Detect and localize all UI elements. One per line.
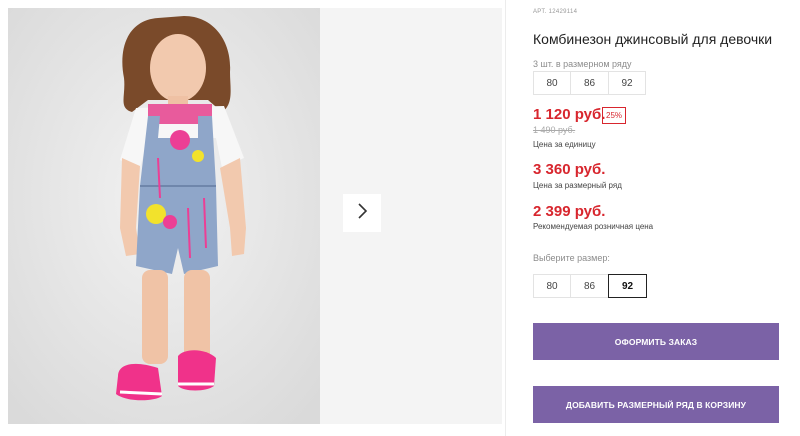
size-option-80[interactable]: 80	[533, 274, 571, 298]
panel-divider	[505, 0, 506, 436]
size-picker-hint: Выберите размер:	[533, 253, 610, 263]
retail-price: 2 399 руб.	[533, 203, 606, 220]
discount-badge: 25%	[602, 107, 627, 124]
old-price: 1 490 руб.	[533, 125, 576, 135]
size-row-cell: 92	[608, 71, 646, 95]
row-price: 3 360 руб.	[533, 161, 606, 178]
chevron-right-icon	[356, 202, 368, 224]
retail-price-caption: Рекомендуемая розничная цена	[533, 222, 654, 231]
product-title: Комбинезон джинсовый для девочки	[533, 31, 773, 47]
unit-price-caption: Цена за единицу	[533, 140, 596, 149]
product-photo[interactable]	[8, 8, 320, 424]
size-option-86[interactable]: 86	[570, 274, 609, 298]
girl-in-overalls-illustration	[8, 8, 320, 424]
size-option-92[interactable]: 92	[608, 274, 647, 298]
size-row-cell: 86	[570, 71, 609, 95]
size-row-hint: 3 шт. в размерном ряду	[533, 59, 632, 69]
order-button[interactable]: Оформить заказ	[533, 323, 779, 360]
size-row-cell: 80	[533, 71, 571, 95]
row-price-caption: Цена за размерный ряд	[533, 181, 622, 190]
gallery-next-button[interactable]	[343, 194, 381, 232]
add-size-row-to-cart-button[interactable]: Добавить размерный ряд в корзину	[533, 386, 779, 423]
size-picker: 80 86 92	[533, 274, 647, 298]
unit-price: 1 120 руб.	[533, 106, 606, 123]
size-row: 80 86 92	[533, 71, 646, 95]
sku-label: АРТ. 12429114	[533, 9, 578, 15]
